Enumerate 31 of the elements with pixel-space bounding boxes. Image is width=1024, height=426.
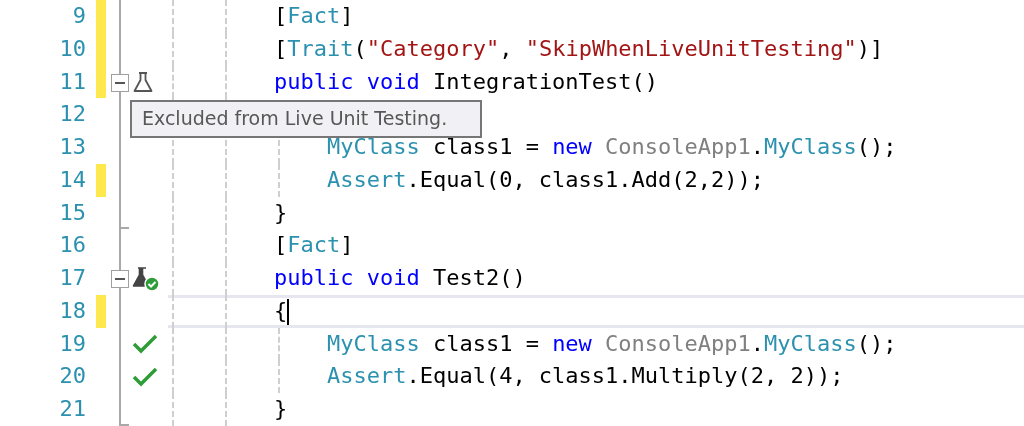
code-line: { [272,296,290,327]
line-number: 9 [71,2,86,30]
line-number: 21 [58,395,86,424]
check-icon [132,334,158,355]
code-line: public void Test2() [272,264,526,293]
code-line: [Fact] [272,2,354,30]
code-line: } [272,395,288,424]
code-line: [Trait("Category", "SkipWhenLiveUnitTesting")] [272,34,884,63]
line-number: 17 [58,264,86,293]
flask-icon [132,70,154,93]
line-number: 11 [58,67,86,96]
line-number: 16 [58,231,86,260]
flask-check-icon [132,265,160,292]
line-number: 12 [58,100,86,129]
check-icon [132,366,158,387]
code-line: } [272,198,288,227]
tooltip: Excluded from Live Unit Testing. [130,100,482,138]
line-number: 15 [58,198,86,227]
line-number: 20 [58,362,86,391]
line-number: 14 [58,165,86,194]
line-number: 13 [58,133,86,162]
code-line: Assert.Equal(0, class1.Add(2,2)); [325,165,765,194]
collapse-toggle[interactable] [111,270,129,289]
code-line: MyClass class1 = new ConsoleApp1.MyClass(); [325,329,897,358]
line-number: 18 [58,296,86,325]
collapse-toggle[interactable] [111,73,129,92]
line-number: 10 [58,34,86,63]
code-line: public void IntegrationTest() [272,67,659,96]
code-line: Assert.Equal(4, class1.Multiply(2, 2)); [325,362,844,391]
code-line: [Fact] [272,231,354,260]
line-number: 19 [58,329,86,358]
